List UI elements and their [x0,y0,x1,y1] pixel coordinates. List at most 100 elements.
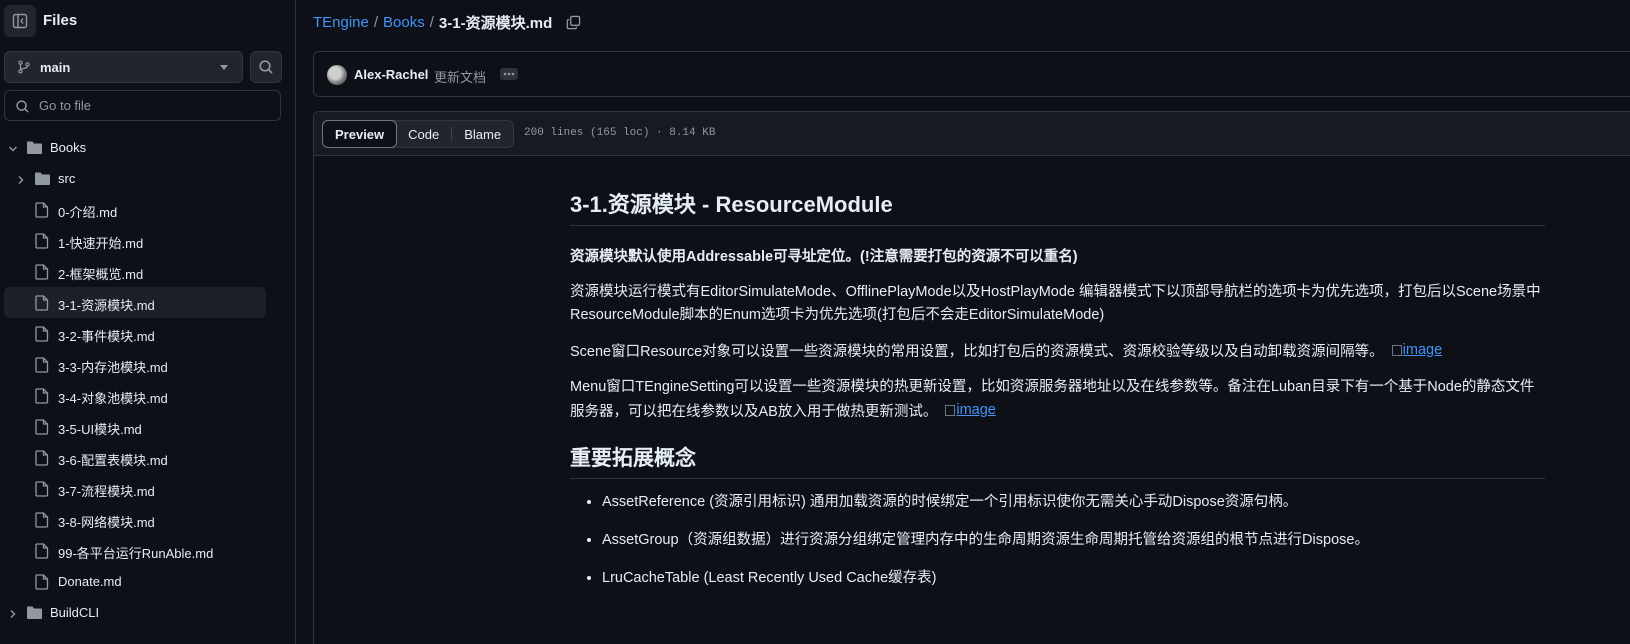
doc-title: 3-1.资源模块 - ResourceModule [570,187,1545,226]
tree-item-label: 3-3-内存池模块.md [58,360,168,375]
search-icon [259,60,273,74]
broken-image-icon [945,405,956,416]
go-to-file-input[interactable] [39,91,269,120]
chevron-right-icon[interactable] [8,607,18,622]
collapse-sidebar-button[interactable] [4,5,36,37]
tab-code[interactable]: Code [396,121,451,147]
view-mode-tabs: Preview Code Blame [322,120,515,148]
tree-file[interactable]: 3-3-内存池模块.md [0,349,296,380]
tree-file[interactable]: 3-6-配置表模块.md [0,442,296,473]
tree-item-label: src [58,171,76,186]
tab-blame[interactable]: Blame [452,121,513,147]
copy-icon [567,15,581,30]
commit-details-button[interactable] [500,68,518,80]
file-icon [35,357,49,376]
tab-preview[interactable]: Preview [322,120,398,148]
search-icon [16,100,29,113]
tree-folder[interactable]: src [0,163,296,194]
commit-message[interactable]: 更新文档 [434,67,486,86]
sidebar-title: Files [43,12,78,29]
sidebar-header: Files [0,0,296,42]
list-item: AssetGroup（资源组数据）进行资源分组绑定管理内存中的生命周期资源生命周… [602,529,1545,551]
tree-file[interactable]: 3-2-事件模块.md [0,318,296,349]
file-icon [35,512,49,531]
paragraph-scene-window: Scene窗口Resource对象可以设置一些资源模块的常用设置，比如打包后的资… [570,339,1545,364]
tree-file[interactable]: 1-快速开始.md [0,225,296,256]
branch-name: main [40,59,71,75]
commit-author[interactable]: Alex-Rachel [354,67,428,82]
broken-image-link[interactable]: image [1391,339,1443,362]
tree-item-label: 0-介绍.md [58,205,118,220]
file-icon [35,481,49,500]
paragraph-run-modes: 资源模块运行模式有EditorSimulateMode、OfflinePlayM… [570,284,1541,323]
tree-item-label: 3-8-网络模块.md [58,515,155,530]
folder-icon [34,171,51,189]
avatar[interactable] [327,65,347,85]
image-alt-text: image [1402,342,1443,358]
breadcrumb-folder-link[interactable]: Books [383,14,425,31]
tree-file[interactable]: 3-8-网络模块.md [0,504,296,535]
tree-item-label: 3-4-对象池模块.md [58,391,168,406]
markdown-body: 3-1.资源模块 - ResourceModule 资源模块默认使用Addres… [570,187,1545,605]
image-alt-text: image [956,402,996,418]
tree-folder[interactable]: Books [0,132,296,163]
file-icon [35,326,49,345]
file-icon [35,233,49,252]
chevron-right-icon[interactable] [16,173,26,188]
tree-file[interactable]: 3-5-UI模块.md [0,411,296,442]
tree-item-label: Donate.md [58,574,122,589]
file-viewer: Preview Code Blame 200 lines (165 loc) ·… [313,111,1630,644]
ellipsis-icon [503,72,515,76]
tree-file[interactable]: 0-介绍.md [0,194,296,225]
copy-path-button[interactable] [566,15,581,30]
latest-commit-bar: Alex-Rachel 更新文档 [313,51,1630,97]
file-icon [35,543,49,562]
tree-item-label: 99-各平台运行RunAble.md [58,546,214,561]
search-files-button[interactable] [250,51,282,83]
list-item: LruCacheTable (Least Recently Used Cache… [602,567,1545,589]
folder-icon [26,605,43,623]
breadcrumb: TEngine / Books / 3-1-资源模块.md [313,12,581,33]
branch-selector[interactable]: main [4,51,243,83]
tree-item-label: 3-2-事件模块.md [58,329,155,344]
breadcrumb-separator: / [429,14,434,31]
file-header: Preview Code Blame 200 lines (165 loc) ·… [314,112,1630,156]
file-icon [35,388,49,407]
tree-file[interactable]: 2-框架概览.md [0,256,296,287]
file-icon [35,450,49,469]
file-tree: Books src 0-介绍.md 1-快速开始.md 2-框架概览.md 3-1-资源模… [0,132,296,628]
section-heading: 重要拓展概念 [570,442,1545,479]
broken-image-icon [1391,345,1402,356]
paragraph-text: Scene窗口Resource对象可以设置一些资源模块的常用设置，比如打包后的资… [570,344,1384,360]
tree-item-label: 3-7-流程模块.md [58,484,155,499]
file-icon [35,574,49,593]
tree-file[interactable]: 3-7-流程模块.md [0,473,296,504]
tree-item-label: Books [50,140,87,155]
breadcrumb-repo-link[interactable]: TEngine [313,14,369,31]
tree-folder[interactable]: BuildCLI [0,597,296,628]
breadcrumb-current-file: 3-1-资源模块.md [438,15,553,32]
list-item: AssetReference (资源引用标识) 通用加载资源的时候绑定一个引用标… [602,491,1545,513]
tree-file[interactable]: 99-各平台运行RunAble.md [0,535,296,566]
file-stats: 200 lines (165 loc) · 8.14 KB [524,127,716,139]
paragraph-menu-window: Menu窗口TEngineSetting可以设置一些资源模块的热更新设置，比如资… [570,376,1545,424]
file-icon [35,295,49,314]
main-content: TEngine / Books / 3-1-资源模块.md Alex-Rache… [297,0,1630,644]
go-to-file-field[interactable] [4,90,281,121]
chevron-down-icon[interactable] [8,142,18,157]
sidebar-collapse-icon [12,13,28,29]
tree-file[interactable]: 3-4-对象池模块.md [0,380,296,411]
chevron-down-icon [220,65,228,70]
git-branch-icon [18,60,30,74]
tree-item-label: 3-5-UI模块.md [58,422,142,437]
tree-item-label: 3-6-配置表模块.md [58,453,168,468]
intro-note: 资源模块默认使用Addressable可寻址定位。(!注意需要打包的资源不可以重… [570,249,1078,265]
broken-image-link[interactable]: image [945,399,996,422]
tree-item-label: 1-快速开始.md [58,236,144,251]
tree-file[interactable]: 3-1-资源模块.md [4,287,266,318]
file-icon [35,202,49,221]
file-icon [35,419,49,438]
tree-file[interactable]: Donate.md [0,566,296,597]
tree-item-label: BuildCLI [50,605,100,620]
breadcrumb-separator: / [373,14,379,31]
